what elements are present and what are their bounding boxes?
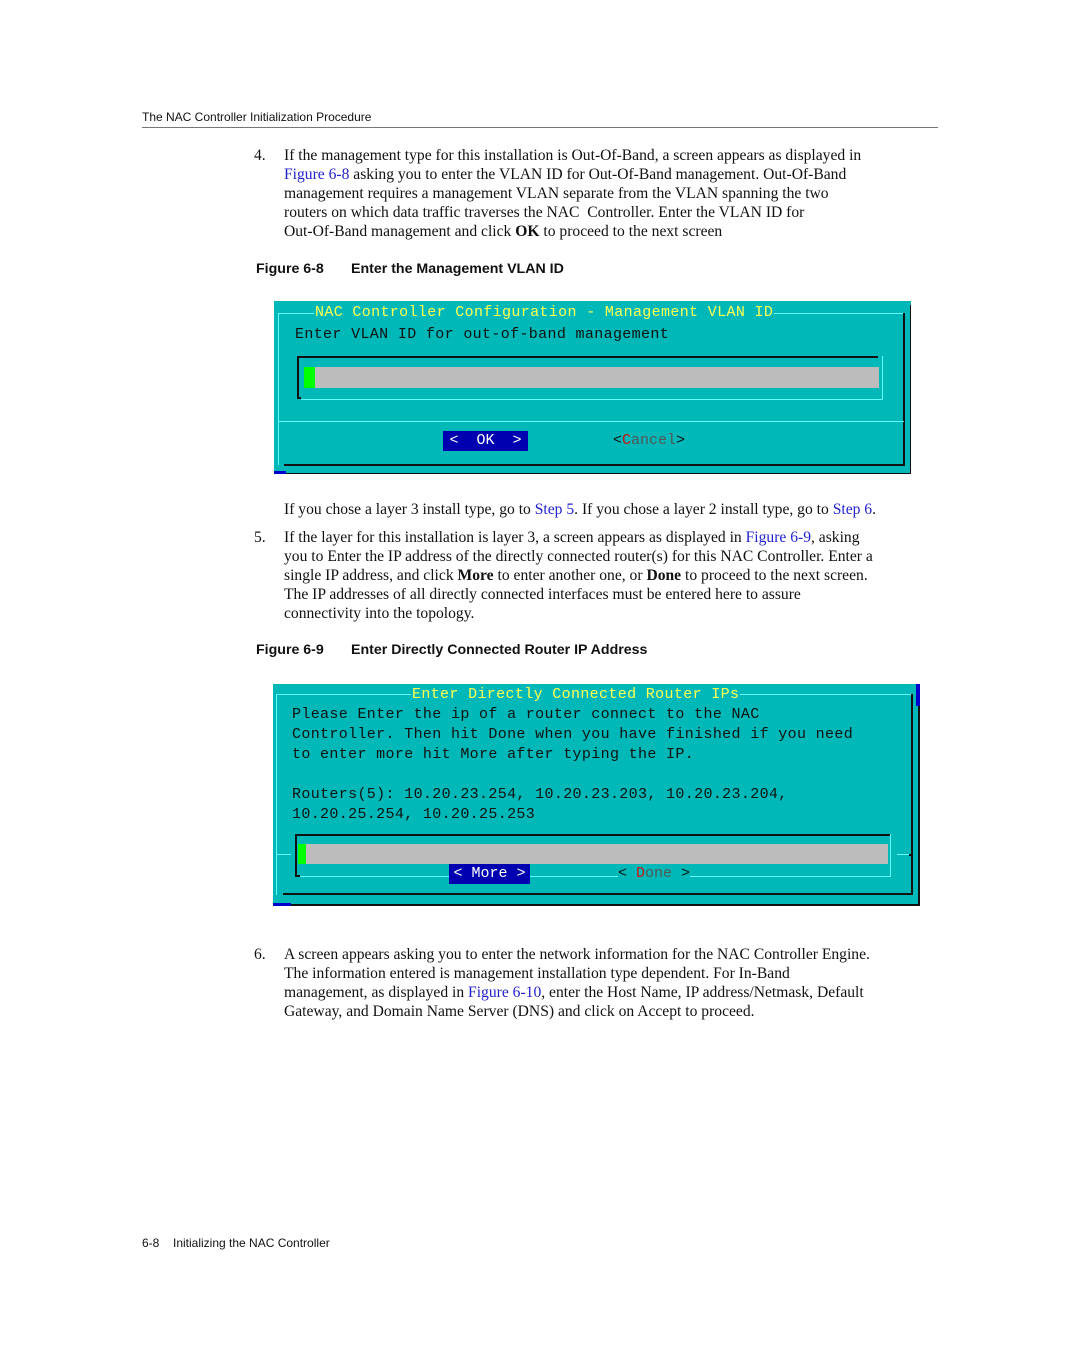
step-5-line-3: single IP address, and click More to ent… [284, 567, 868, 584]
step-number: 6. [254, 946, 266, 963]
figure-title: Enter the Management VLAN ID [351, 261, 564, 277]
step-4-line-1: If the management type for this installa… [284, 147, 862, 164]
step-4-line-4: routers on which data traffic traverses … [284, 204, 805, 221]
figure-number: Figure 6-8 [256, 261, 324, 277]
step-5-line-5: connectivity into the topology. [284, 605, 475, 622]
dialog-title: NAC Controller Configuration - Managemen… [314, 304, 775, 321]
step-number: 5. [254, 529, 266, 546]
install-type-note: If you chose a layer 3 install type, go … [284, 501, 877, 518]
more-emphasis: More [457, 567, 494, 584]
dialog-title: Enter Directly Connected Router IPs [411, 686, 741, 703]
vlan-id-dialog: NAC Controller Configuration - Managemen… [274, 301, 911, 474]
figure-6-9-caption: Figure 6-9 Enter Directly Connected Route… [256, 642, 647, 658]
dialog-message-line-2: Controller. Then hit Done when you have … [292, 726, 854, 743]
step-5-link[interactable]: Step 5 [535, 501, 574, 518]
step-6-line-2: The information entered is management in… [284, 965, 790, 982]
page-number: 6-8 [142, 1236, 160, 1250]
step-6-line-1: A screen appears asking you to enter the… [284, 946, 870, 963]
ok-button[interactable]: < OK > [443, 431, 528, 451]
more-button[interactable]: < More > [449, 864, 530, 884]
vlan-id-input[interactable] [304, 367, 879, 388]
done-button[interactable]: < Done > [618, 864, 691, 884]
header-rule [142, 127, 938, 128]
dialog-message-line-3: to enter more hit More after typing the … [292, 746, 695, 763]
text-cursor [298, 844, 306, 864]
step-6-link[interactable]: Step 6 [833, 501, 872, 518]
routers-list-line-2: 10.20.25.254, 10.20.25.253 [292, 806, 536, 823]
step-4-line-5: Out-Of-Band management and click OK to p… [284, 223, 723, 240]
router-ip-input[interactable] [298, 844, 888, 864]
step-5-line-4: The IP addresses of all directly connect… [284, 586, 801, 603]
step-4-line-2: Figure 6-8 asking you to enter the VLAN … [284, 166, 847, 183]
text-cursor [304, 367, 315, 388]
dialog-message-line-1: Please Enter the ip of a router connect … [292, 706, 760, 723]
footer-section-title: Initializing the NAC Controller [173, 1236, 330, 1250]
page-footer: 6-8 Initializing the NAC Controller [142, 1236, 330, 1250]
cancel-button[interactable]: <Cancel> [613, 431, 686, 451]
step-6: 6. A screen appears asking you to enter … [254, 945, 954, 1021]
figure-6-10-link[interactable]: Figure 6-10 [468, 984, 541, 1001]
step-4: 4. If the management type for this insta… [254, 146, 944, 241]
router-ips-dialog: Enter Directly Connected Router IPs Plea… [273, 684, 920, 906]
step-5-line-1: If the layer for this installation is la… [284, 529, 860, 546]
figure-number: Figure 6-9 [256, 642, 324, 658]
dialog-prompt: Enter VLAN ID for out-of-band management [295, 326, 670, 343]
figure-6-8-link[interactable]: Figure 6-8 [284, 166, 349, 183]
step-4-line-3: management requires a management VLAN se… [284, 185, 829, 202]
routers-list-line-1: Routers(5): 10.20.23.254, 10.20.23.203, … [292, 786, 788, 803]
ok-emphasis: OK [515, 223, 540, 240]
figure-title: Enter Directly Connected Router IP Addre… [351, 642, 648, 658]
step-6-line-4: Gateway, and Domain Name Server (DNS) an… [284, 1003, 755, 1020]
step-6-line-3: management, as displayed in Figure 6-10,… [284, 984, 864, 1001]
step-5-line-2: you to Enter the IP address of the direc… [284, 548, 873, 565]
figure-6-9-link[interactable]: Figure 6-9 [746, 529, 811, 546]
step-number: 4. [254, 147, 266, 164]
step-5: 5. If the layer for this installation is… [254, 528, 954, 623]
done-emphasis: Done [646, 567, 682, 584]
figure-6-8-caption: Figure 6-8 Enter the Management VLAN ID [256, 261, 564, 277]
running-header: The NAC Controller Initialization Proced… [142, 110, 372, 124]
